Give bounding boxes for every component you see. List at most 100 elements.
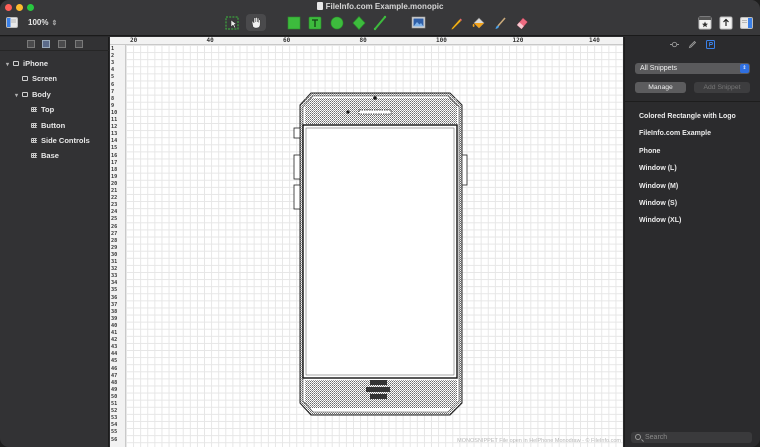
ruler-row-label: 46 — [111, 365, 118, 372]
layer-label: iPhone — [23, 59, 49, 68]
grid-icon — [31, 138, 37, 143]
ruler-row-label: 49 — [111, 386, 118, 393]
manage-button[interactable]: Manage — [635, 82, 686, 93]
rectangle-tool-icon[interactable] — [287, 15, 301, 31]
canvas-footer-note: MONOSNIPPET File open in HelPhone Monodr… — [457, 438, 621, 444]
ruler-row-label: 23 — [111, 202, 118, 209]
brush-tool-icon[interactable] — [493, 15, 507, 31]
layer-tool-1-icon[interactable] — [27, 40, 35, 48]
ruler-row-label: 41 — [111, 330, 118, 336]
layer-item-screen[interactable]: Screen — [15, 72, 57, 86]
box-icon — [22, 76, 28, 82]
layer-label: Base — [41, 151, 59, 161]
text-tool-icon[interactable] — [308, 15, 322, 31]
ruler-row-label: 26 — [111, 223, 118, 230]
layer-item-body[interactable]: ▾ Body — [15, 88, 51, 102]
ruler-row-label: 29 — [111, 244, 118, 251]
style-tab-icon[interactable] — [688, 40, 697, 49]
layer-item-side-controls[interactable]: Side Controls — [24, 134, 90, 148]
ruler-row-label: 12 — [111, 124, 118, 131]
hand-icon — [251, 17, 261, 29]
search-icon — [635, 434, 641, 440]
canvas-area[interactable]: 20 40 60 80 100 120 140 1 2 3 4 5 6 7 8 9 10 11 12 13 14 15 1… — [110, 37, 623, 447]
pencil-tool-icon[interactable] — [449, 15, 463, 31]
disclosure-arrow-icon[interactable]: ▾ — [6, 58, 13, 72]
phone-drawing[interactable] — [126, 45, 623, 447]
share-icon[interactable] — [719, 15, 733, 31]
hand-tool-button[interactable] — [246, 14, 266, 31]
ruler-row-label: 14 — [111, 138, 118, 145]
image-tool-icon[interactable] — [411, 15, 426, 31]
layer-tool-3-icon[interactable] — [58, 40, 66, 48]
snippet-item[interactable]: Window (M) — [639, 183, 678, 190]
ruler-row-label: 30 — [111, 251, 118, 258]
ruler-row-label: 34 — [111, 280, 118, 287]
zoom-stepper-icon[interactable]: ⇕ — [51, 20, 57, 27]
zoom-control[interactable]: 100% ⇕ — [28, 18, 57, 34]
snippet-item[interactable]: Phone — [639, 148, 660, 155]
ruler-row-label: 4 — [111, 67, 115, 74]
folder-icon — [13, 61, 19, 66]
select-tool-icon[interactable] — [225, 15, 240, 31]
ruler-row-label: 13 — [111, 131, 118, 138]
ruler-row-label: 16 — [111, 152, 118, 159]
chevron-updown-icon: ⇕ — [740, 64, 749, 73]
ruler-row-label: 28 — [111, 237, 118, 244]
inspector-tabs — [625, 37, 760, 51]
ruler-tick-label: 100 — [436, 37, 447, 44]
ruler-row-label: 7 — [111, 88, 115, 95]
layer-item-button[interactable]: Button — [24, 119, 65, 133]
snippet-item[interactable]: FileInfo.com Example — [639, 130, 711, 137]
inspector-toggle-icon[interactable] — [740, 15, 754, 31]
disclosure-arrow-icon[interactable]: ▾ — [15, 89, 22, 103]
snippet-item[interactable]: Window (L) — [639, 165, 677, 172]
snippets-library-icon[interactable] — [698, 15, 712, 31]
ruler-tick-label: 140 — [589, 37, 600, 44]
ruler-row-label: 32 — [111, 266, 118, 273]
layer-item-base[interactable]: Base — [24, 149, 59, 163]
app-window: FileInfo.com Example.monopic 100% ⇕ ▾ iP… — [0, 0, 760, 447]
snippet-filter-select[interactable]: All Snippets ⇕ — [635, 63, 750, 74]
search-input[interactable]: Search — [631, 432, 752, 443]
ruler-row-label: 38 — [111, 308, 118, 315]
layer-tool-4-icon[interactable] — [75, 40, 83, 48]
ruler-row-label: 44 — [111, 351, 118, 358]
layer-label: Button — [41, 120, 66, 130]
layer-tool-2-icon[interactable] — [42, 40, 50, 48]
paint-bucket-tool-icon[interactable] — [471, 15, 486, 31]
snippet-item[interactable]: Window (XL) — [639, 217, 681, 224]
arrange-tab-icon[interactable] — [670, 40, 679, 49]
layer-item-iphone[interactable]: ▾ iPhone — [6, 57, 48, 71]
eraser-tool-icon[interactable] — [515, 15, 529, 31]
window-title: FileInfo.com Example.monopic — [0, 2, 760, 11]
line-tool-icon[interactable] — [373, 15, 387, 31]
layer-item-top[interactable]: Top — [24, 103, 54, 117]
ruler-tick-label: 40 — [206, 37, 214, 44]
ruler-row-label: 22 — [111, 195, 118, 202]
ruler-row-label: 18 — [111, 166, 118, 173]
ruler-row-label: 56 — [111, 436, 118, 443]
sidebar-toggle-icon[interactable] — [6, 15, 18, 31]
ruler-row-label: 10 — [111, 109, 118, 116]
add-snippet-button[interactable]: Add Snippet — [694, 82, 750, 93]
ruler-row-label: 35 — [111, 287, 118, 294]
ruler-row-label: 48 — [111, 379, 118, 386]
ruler-tick-label: 80 — [359, 37, 367, 44]
ruler-row-label: 25 — [111, 216, 118, 223]
diamond-tool-icon[interactable] — [352, 15, 366, 31]
snippet-item[interactable]: Window (S) — [639, 200, 677, 207]
ruler-row-label: 45 — [111, 358, 118, 365]
ruler-row-label: 53 — [111, 415, 118, 422]
title-bar: FileInfo.com Example.monopic 100% ⇕ — [0, 0, 760, 36]
layer-label: Top — [41, 105, 55, 115]
layers-sidebar: ▾ iPhone Screen ▾ Body Top Button Side Controls… — [0, 37, 109, 447]
folder-icon — [22, 91, 28, 97]
ruler-row-label: 8 — [111, 95, 115, 102]
ruler-row-label: 20 — [111, 180, 118, 187]
snippet-item[interactable]: Colored Rectangle with Logo — [639, 113, 736, 120]
ellipse-tool-icon[interactable] — [330, 15, 344, 31]
ruler-row-label: 11 — [111, 117, 118, 123]
snippets-tab-icon[interactable] — [706, 40, 715, 49]
ruler-row-label: 1 — [111, 46, 115, 52]
drawing-grid[interactable] — [126, 45, 623, 447]
